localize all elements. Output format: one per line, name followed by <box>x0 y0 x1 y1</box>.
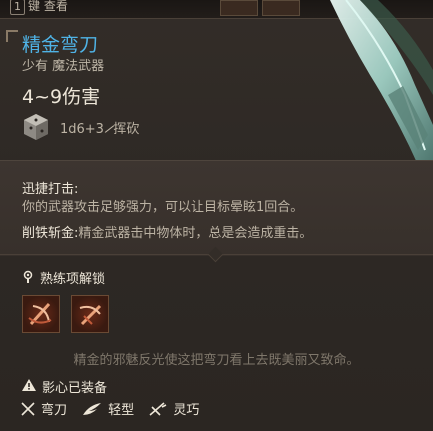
hotbar-slot[interactable] <box>262 0 300 16</box>
finesse-icon <box>149 401 167 416</box>
property-label: 灵巧 <box>173 403 200 418</box>
mastery-ability-icon <box>28 302 52 326</box>
mastery-title: 熟练项解锁 <box>40 272 106 287</box>
dice-icon <box>24 114 48 140</box>
property-label: 弯刀 <box>41 403 68 418</box>
hint-label: 键 查看 <box>28 0 68 13</box>
hotbar-slot[interactable] <box>220 0 258 16</box>
item-rarity-type: 少有 魔法武器 <box>22 59 105 74</box>
feather-icon <box>83 402 102 415</box>
mastery-ability-slot[interactable] <box>71 295 109 333</box>
weapon-properties: 弯刀 轻型 灵巧 <box>20 399 209 421</box>
property-scimitar: 弯刀 <box>20 399 67 418</box>
property-light: 轻型 <box>81 399 134 418</box>
passive-name: 削铁斩金: <box>22 226 79 241</box>
damage-type: 挥砍 <box>113 122 140 137</box>
item-damage: 4~9伤害 <box>22 86 101 108</box>
item-name: 精金弯刀 <box>22 34 99 56</box>
passive-entry: 削铁斩金:精金武器击中物体时，总是会造成重击。 <box>22 222 312 241</box>
mastery-ability-slot[interactable] <box>22 295 60 333</box>
weapon-blade-icon <box>330 0 433 165</box>
warning-icon <box>22 379 36 391</box>
passive-name: 迅捷打击: <box>22 182 79 197</box>
flavor-text: 精金的邪魅反光使这把弯刀看上去既美丽又致命。 <box>73 353 360 368</box>
scimitar-icon <box>21 401 35 416</box>
inspect-hint[interactable]: 1键 查看 <box>10 0 68 15</box>
key-badge: 1 <box>10 0 25 15</box>
mastery-ability-icon <box>79 304 102 326</box>
mastery-lock-icon <box>23 270 33 283</box>
title-corner-ornament <box>6 30 18 42</box>
damage-dice: 1d6+3 <box>60 122 104 137</box>
passive-description: 你的武器攻击足够强力，可以让目标晕眩1回合。 <box>22 200 304 215</box>
property-label: 轻型 <box>108 403 135 418</box>
passive-description: 精金武器击中物体时，总是会造成重击。 <box>78 226 313 241</box>
property-finesse: 灵巧 <box>148 399 199 418</box>
equipped-title: 影心已装备 <box>42 381 108 396</box>
damage-detail: 1d6+3/挥砍 <box>60 118 139 137</box>
